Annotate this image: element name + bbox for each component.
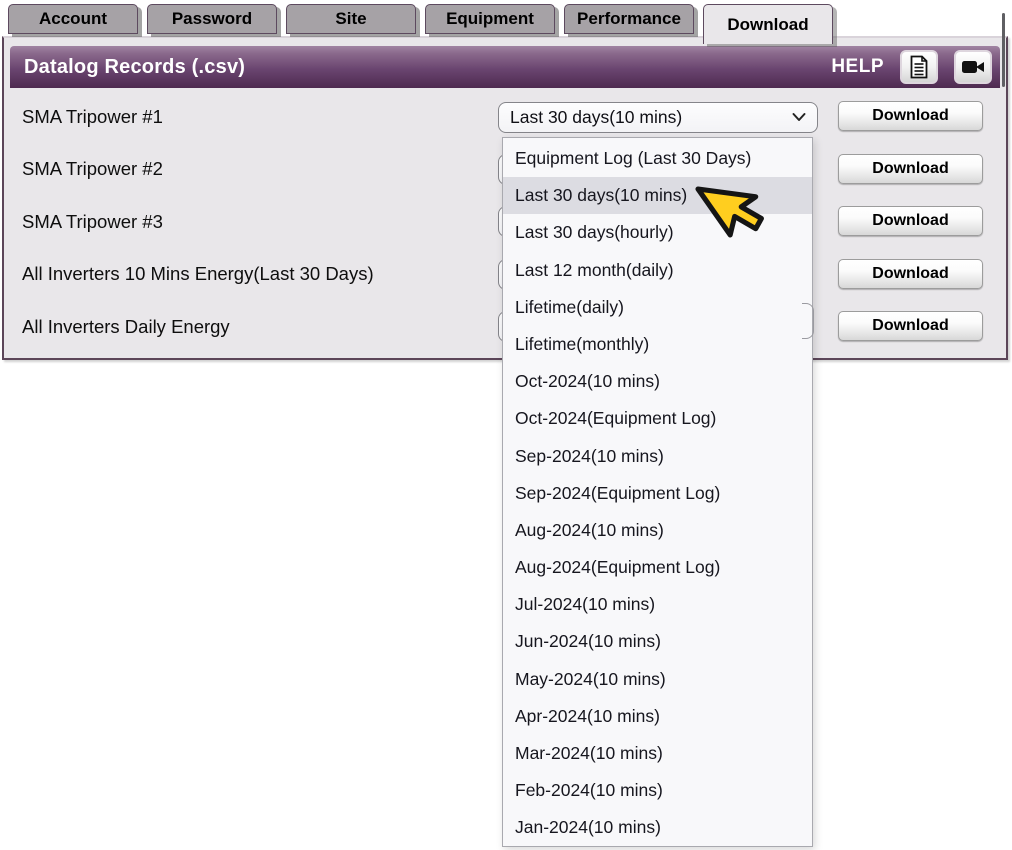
dropdown-option[interactable]: Aug-2024(Equipment Log) <box>503 549 812 586</box>
dropdown-option[interactable]: Sep-2024(10 mins) <box>503 438 812 475</box>
row-label-all-10min: All Inverters 10 Mins Energy(Last 30 Day… <box>22 263 374 285</box>
row-label-all-daily: All Inverters Daily Energy <box>22 316 230 338</box>
tab-bar: Account Password Site Equipment Performa… <box>8 4 833 44</box>
tab-site[interactable]: Site <box>286 4 416 34</box>
dropdown-scrollbar-thumb[interactable] <box>1002 13 1005 87</box>
dropdown-option[interactable]: Lifetime(daily) <box>503 289 812 326</box>
dropdown-option[interactable]: Mar-2024(10 mins) <box>503 735 812 772</box>
tab-password[interactable]: Password <box>147 4 277 34</box>
download-button-row5[interactable]: Download <box>838 311 983 341</box>
help-video-button[interactable] <box>954 50 992 84</box>
dropdown-option[interactable]: Lifetime(monthly) <box>503 326 812 363</box>
download-button-row1[interactable]: Download <box>838 101 983 131</box>
dropdown-option[interactable]: Aug-2024(10 mins) <box>503 512 812 549</box>
period-select-row1[interactable]: Last 30 days(10 mins) <box>498 102 818 133</box>
chevron-down-icon <box>792 112 806 122</box>
dropdown-option-highlighted[interactable]: Last 30 days(10 mins) <box>503 177 812 214</box>
period-select-value: Last 30 days(10 mins) <box>510 107 682 128</box>
tab-download[interactable]: Download <box>703 4 833 44</box>
dropdown-option[interactable]: Jun-2024(10 mins) <box>503 623 812 660</box>
row-label-inverter-2: SMA Tripower #2 <box>22 158 163 180</box>
page-title: Datalog Records (.csv) <box>24 56 245 79</box>
dropdown-option[interactable]: Feb-2024(10 mins) <box>503 772 812 809</box>
row-label-inverter-3: SMA Tripower #3 <box>22 211 163 233</box>
download-button-row2[interactable]: Download <box>838 154 983 184</box>
dropdown-option[interactable]: Apr-2024(10 mins) <box>503 698 812 735</box>
video-camera-icon <box>961 58 985 76</box>
download-button-row3[interactable]: Download <box>838 206 983 236</box>
dropdown-option[interactable]: Sep-2024(Equipment Log) <box>503 475 812 512</box>
panel-header: Datalog Records (.csv) HELP <box>10 46 1000 88</box>
tab-equipment[interactable]: Equipment <box>425 4 555 34</box>
download-button-row4[interactable]: Download <box>838 259 983 289</box>
help-document-button[interactable] <box>900 50 938 84</box>
dropdown-option[interactable]: Jan-2024(10 mins) <box>503 809 812 846</box>
dropdown-option[interactable]: Jul-2024(10 mins) <box>503 586 812 623</box>
tab-performance[interactable]: Performance <box>564 4 694 34</box>
dropdown-option[interactable]: Oct-2024(10 mins) <box>503 363 812 400</box>
dropdown-option[interactable]: Last 30 days(hourly) <box>503 214 812 251</box>
select-corner-fragment <box>802 303 814 339</box>
help-link[interactable]: HELP <box>831 56 884 78</box>
period-dropdown-list: Equipment Log (Last 30 Days) Last 30 day… <box>502 137 813 847</box>
dropdown-option[interactable]: May-2024(10 mins) <box>503 661 812 698</box>
dropdown-option[interactable]: Equipment Log (Last 30 Days) <box>503 140 812 177</box>
dropdown-option[interactable]: Last 12 month(daily) <box>503 252 812 289</box>
document-icon <box>909 55 929 79</box>
row-label-inverter-1: SMA Tripower #1 <box>22 106 163 128</box>
dropdown-option[interactable]: Oct-2024(Equipment Log) <box>503 400 812 437</box>
tab-account[interactable]: Account <box>8 4 138 34</box>
